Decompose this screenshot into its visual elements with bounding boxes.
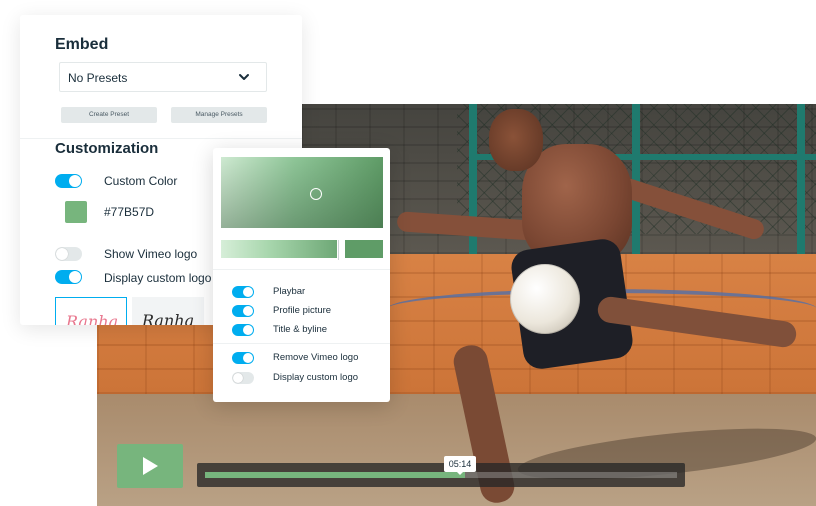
profile-picture-toggle[interactable] xyxy=(232,305,254,317)
toggle-knob xyxy=(243,287,253,297)
show-vimeo-logo-label: Show Vimeo logo xyxy=(104,247,198,261)
player-head xyxy=(489,109,543,171)
custom-color-label: Custom Color xyxy=(104,174,178,188)
fence-post xyxy=(797,104,805,254)
toggle-knob xyxy=(69,271,81,283)
custom-logo-image: Ranha xyxy=(142,311,195,325)
divider xyxy=(213,343,390,344)
play-icon xyxy=(143,457,158,475)
hue-slider[interactable] xyxy=(221,240,337,258)
custom-color-toggle[interactable] xyxy=(55,174,82,188)
create-preset-button[interactable]: Create Preset xyxy=(61,107,157,123)
soccer-ball xyxy=(510,264,580,334)
selected-color-preview xyxy=(345,240,383,258)
hue-slider-handle[interactable] xyxy=(338,240,341,260)
time-tooltip: 05:14 xyxy=(444,456,476,475)
manage-presets-button[interactable]: Manage Presets xyxy=(171,107,267,123)
display-custom-logo-option-label: Display custom logo xyxy=(273,372,359,383)
play-button[interactable] xyxy=(117,444,183,488)
toggle-knob xyxy=(56,248,68,260)
color-picker-popover: Playbar Profile picture Title & byline R… xyxy=(213,148,390,402)
playbar-toggle[interactable] xyxy=(232,286,254,298)
saturation-handle[interactable] xyxy=(310,188,322,200)
custom-logo-image: Ranha xyxy=(66,312,119,325)
title-byline-toggle[interactable] xyxy=(232,324,254,336)
remove-vimeo-logo-toggle[interactable] xyxy=(232,352,254,364)
toggle-knob xyxy=(69,175,81,187)
title-byline-label: Title & byline xyxy=(273,324,328,335)
embed-title: Embed xyxy=(55,36,109,53)
chevron-down-icon xyxy=(239,74,249,80)
divider xyxy=(213,269,390,270)
logo-option[interactable]: Ranha xyxy=(132,297,204,325)
display-custom-logo-toggle[interactable] xyxy=(55,270,82,284)
logo-option-selected[interactable]: Ranha xyxy=(55,297,127,325)
color-hex-value[interactable]: #77B57D xyxy=(104,205,154,219)
toggle-knob xyxy=(243,306,253,316)
show-vimeo-logo-toggle[interactable] xyxy=(55,247,82,261)
progress-fill xyxy=(205,472,465,478)
toggle-knob xyxy=(233,373,243,383)
divider xyxy=(20,138,302,139)
progress-bar[interactable] xyxy=(197,463,685,487)
preset-select[interactable]: No Presets xyxy=(59,62,267,92)
toggle-knob xyxy=(243,325,253,335)
display-custom-logo-label: Display custom logo xyxy=(104,271,212,285)
toggle-knob xyxy=(243,353,253,363)
playbar-label: Playbar xyxy=(273,286,306,297)
display-custom-logo-option-toggle[interactable] xyxy=(232,372,254,384)
progress-track xyxy=(205,472,677,478)
profile-picture-label: Profile picture xyxy=(273,305,332,316)
preset-value: No Presets xyxy=(68,71,128,85)
color-swatch[interactable] xyxy=(65,201,87,223)
remove-vimeo-logo-label: Remove Vimeo logo xyxy=(273,352,359,363)
saturation-area[interactable] xyxy=(221,157,383,228)
customization-title: Customization xyxy=(55,140,159,157)
